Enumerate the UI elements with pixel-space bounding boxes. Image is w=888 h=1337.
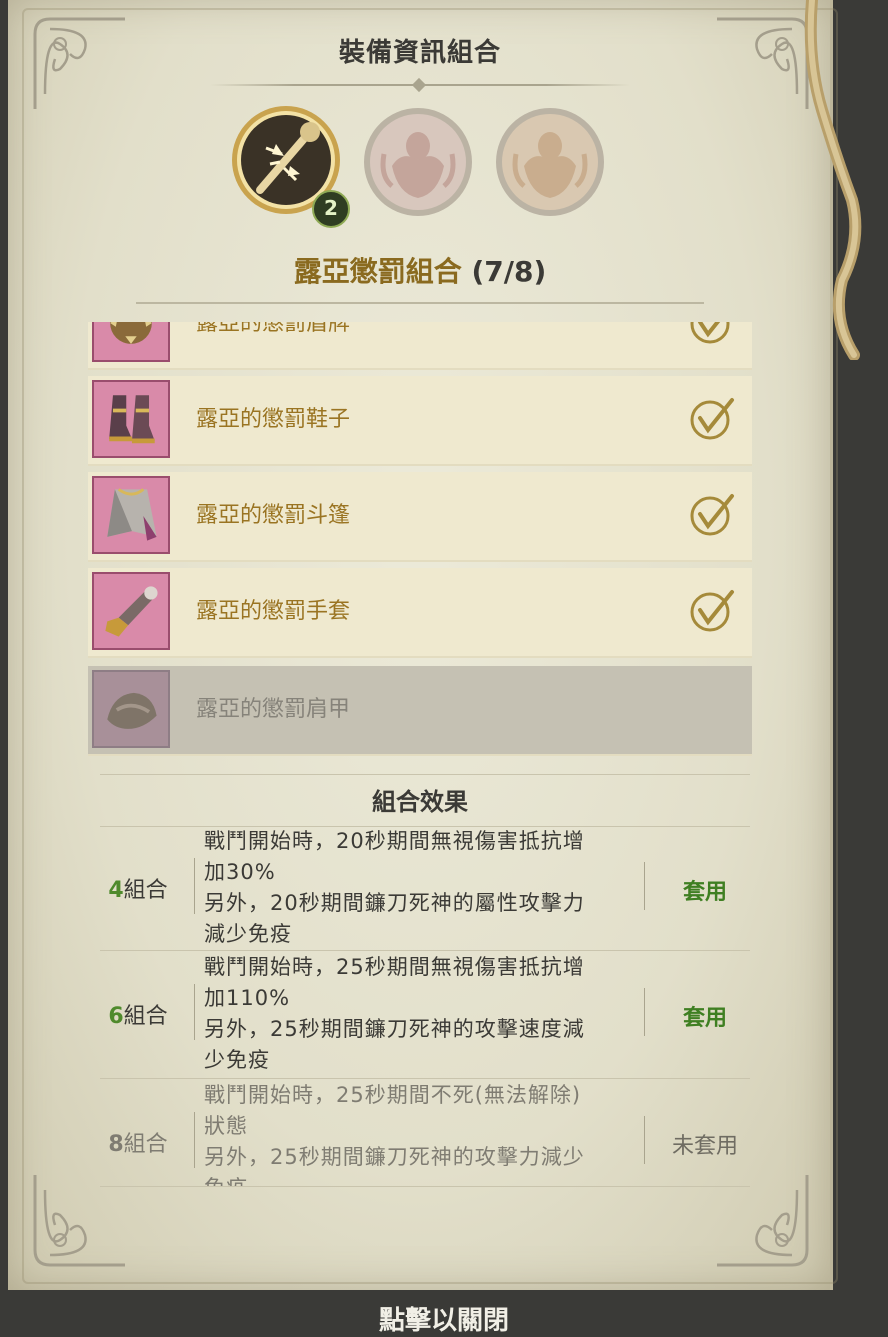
effect-description-line: 加30% [204,860,276,884]
checkmark-icon [688,396,736,442]
checkmark-icon [688,492,736,538]
list-item[interactable]: 露亞的懲罰鞋子 [88,376,752,466]
set-effect-row: 8組合 戰鬥開始時，25秒期間不死(無法解除) 狀態 另外，25秒期間鐮刀死神的… [88,1080,752,1186]
effect-status: 套用 [682,1006,727,1031]
effect-description-line: 免疫 [204,1173,644,1186]
item-name: 露亞的懲罰手套 [196,599,351,624]
checkmark-icon [688,588,736,634]
effect-status: 未套用 [671,1134,738,1159]
effect-status: 套用 [682,880,727,905]
effects-title: 組合效果 [372,788,468,816]
gloves-item-icon [92,572,170,650]
effects-divider [100,950,750,951]
effect-tier-number: 6 [108,1004,124,1029]
equipped-count-badge: 2 [312,190,350,228]
set-name-divider [136,302,704,304]
cloak-item-icon [92,476,170,554]
column-divider [644,988,645,1036]
shield-item-icon [92,322,170,362]
effect-description-line: 另外，25秒期間鐮刀死神的攻擊力減少 [204,1145,585,1169]
list-item[interactable]: 露亞的懲罰盾牌 [88,322,752,370]
list-item[interactable]: 露亞的懲罰斗篷 [88,472,752,562]
item-name: 露亞的懲罰盾牌 [196,322,351,336]
effect-tier-number: 4 [108,878,124,903]
reaper-set-icon[interactable] [362,106,474,218]
list-item[interactable]: 露亞的懲罰手套 [88,568,752,658]
effect-tier: 4組合 [88,872,188,904]
set-progress: (7/8) [471,255,547,288]
effect-tier: 6組合 [88,998,188,1030]
reaper-set-icon-2[interactable] [494,106,606,218]
effect-description: 戰鬥開始時，25秒期間無視傷害抵抗增 加110% 另外，25秒期間鐮刀死神的攻擊… [204,952,644,1076]
column-divider [644,862,645,910]
effect-description-line: 戰鬥開始時，25秒期間無視傷害抵抗增 [204,955,585,979]
list-item[interactable]: 露亞的懲罰肩甲 [88,666,752,756]
panel-title: 裝備資訊組合 [338,38,501,68]
effect-tier-number: 8 [108,1132,124,1157]
effect-tier-unit: 組合 [123,1132,168,1157]
effect-tier-unit: 組合 [123,878,168,903]
item-name: 露亞的懲罰肩甲 [196,697,351,722]
tap-to-close-hint[interactable]: 點擊以關閉 [0,1300,888,1337]
effect-description-line: 少免疫 [204,1048,270,1072]
set-effect-row: 6組合 戰鬥開始時，25秒期間無視傷害抵抗增 加110% 另外，25秒期間鐮刀死… [88,952,752,1076]
effect-description-line: 戰鬥開始時，25秒期間不死(無法解除) [204,1083,582,1107]
set-effect-row: 4組合 戰鬥開始時，20秒期間無視傷害抵抗增 加30% 另外，20秒期間鐮刀死神… [88,826,752,950]
effects-divider [100,1078,750,1079]
effect-description-line: 戰鬥開始時，20秒期間無視傷害抵抗增 [204,829,585,853]
set-name: 露亞懲罰組合 [293,255,462,288]
boots-item-icon [92,380,170,458]
effect-tier-unit: 組合 [123,1004,168,1029]
effect-description-line: 狀態 [204,1114,248,1138]
set-item-list[interactable]: 露亞的懲罰盾牌 露亞的懲罰鞋子 露亞的懲罰斗篷 露亞的懲罰手套 露亞的懲罰肩甲 [88,322,752,762]
effect-description: 戰鬥開始時，20秒期間無視傷害抵抗增 加30% 另外，20秒期間鐮刀死神的屬性攻… [204,826,644,950]
checkmark-icon [688,322,736,346]
item-name: 露亞的懲罰鞋子 [196,407,351,432]
effect-tier: 8組合 [88,1126,188,1158]
column-divider [194,984,195,1040]
column-divider [194,1112,195,1168]
effects-bottom-divider [100,1186,750,1187]
effect-description-line: 減少免疫 [204,922,292,946]
effects-top-divider [100,774,750,775]
item-name: 露亞的懲罰斗篷 [196,503,351,528]
set-name-heading: 露亞懲罰組合 (7/8) [0,250,840,290]
set-effects-list[interactable]: 4組合 戰鬥開始時，20秒期間無視傷害抵抗增 加30% 另外，20秒期間鐮刀死神… [0,826,888,1186]
effect-description-line: 另外，25秒期間鐮刀死神的攻擊速度減 [204,1017,585,1041]
column-divider [644,1116,645,1164]
column-divider [194,858,195,914]
effect-description-line: 另外，20秒期間鐮刀死神的屬性攻擊力 [204,891,585,915]
effect-description-line: 加110% [204,986,291,1010]
shoulder-armor-item-icon [92,670,170,748]
effect-description: 戰鬥開始時，25秒期間不死(無法解除) 狀態 另外，25秒期間鐮刀死神的攻擊力減… [204,1080,644,1186]
